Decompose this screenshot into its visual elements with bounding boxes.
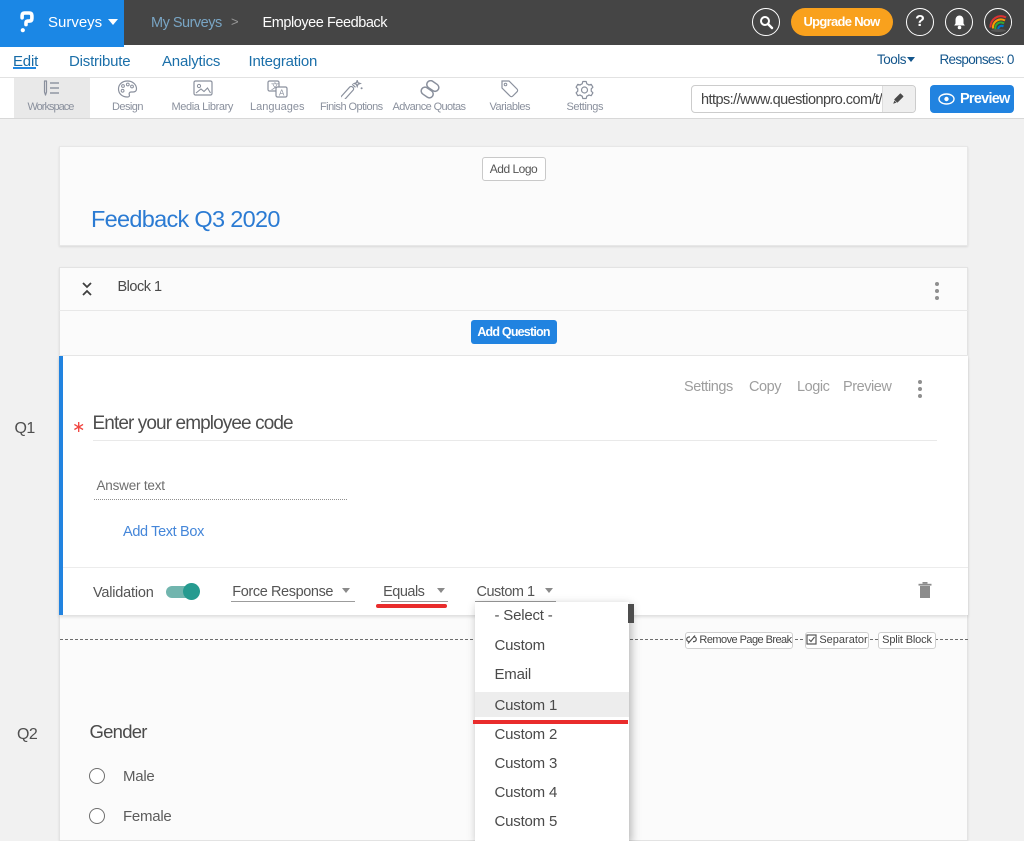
svg-text:A: A: [279, 88, 285, 97]
